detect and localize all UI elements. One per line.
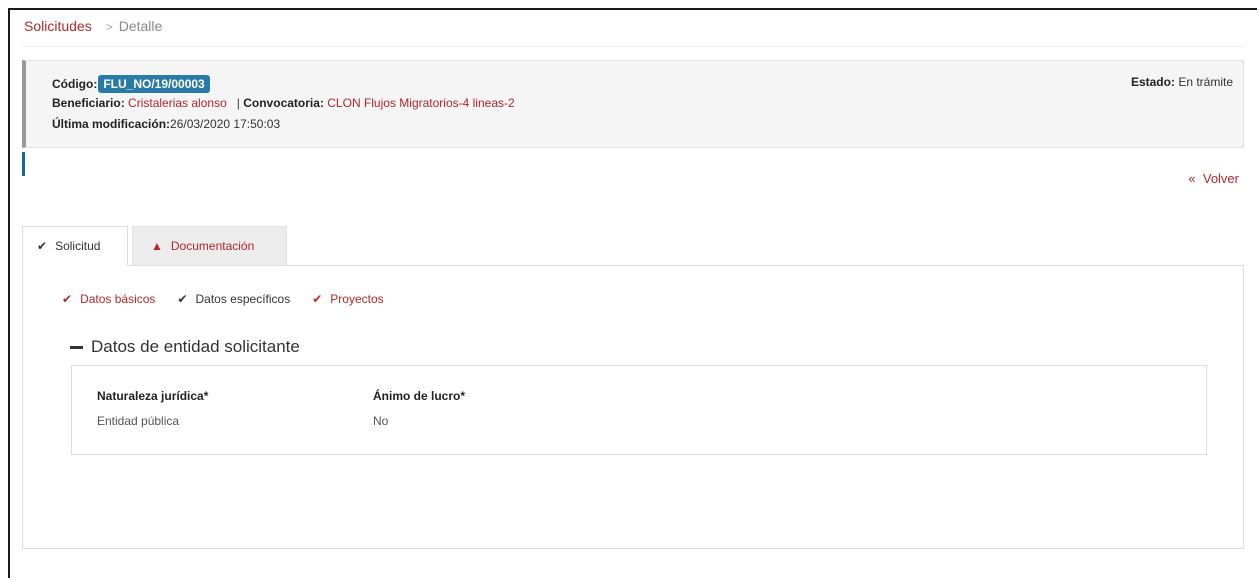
entity-fields-panel bbox=[71, 365, 1207, 455]
tab-solicitud[interactable]: ✔ Solicitud bbox=[22, 226, 128, 266]
tab-documentacion[interactable]: ▲ Documentación bbox=[132, 226, 287, 266]
back-button[interactable]: « Volver bbox=[1188, 171, 1239, 186]
section-subnav: ✔ Datos básicos ✔ Datos específicos ✔ Pr… bbox=[62, 292, 406, 306]
minus-icon bbox=[70, 345, 83, 349]
subnav-datos-basicos-label: Datos básicos bbox=[80, 292, 156, 306]
status-indicator: Estado: En trámite bbox=[1131, 75, 1233, 89]
check-icon: ✔ bbox=[312, 292, 323, 306]
code-label: Código: bbox=[52, 77, 98, 91]
code-line: Código: FLU_NO/19/00003 bbox=[52, 75, 210, 93]
breadcrumb-link-solicitudes[interactable]: Solicitudes bbox=[24, 18, 92, 34]
field-label-naturaleza: Naturaleza jurídica* bbox=[97, 389, 209, 403]
field-value-animo-lucro: No bbox=[373, 414, 389, 428]
tab-documentacion-label: Documentación bbox=[170, 239, 255, 253]
field-value-naturaleza: Entidad pública bbox=[97, 414, 180, 428]
status-value: En trámite bbox=[1178, 75, 1233, 89]
subnav-datos-especificos[interactable]: ✔ Datos específicos bbox=[177, 292, 290, 306]
subnav-datos-basicos[interactable]: ✔ Datos básicos bbox=[62, 292, 155, 306]
request-header-panel: Código: FLU_NO/19/00003 Beneficiario: Cri… bbox=[22, 60, 1244, 148]
section-collapse-toggle[interactable]: Datos de entidad solicitante bbox=[70, 337, 300, 357]
modified-value: 26/03/2020 17:50:03 bbox=[170, 117, 281, 131]
warning-icon: ▲ bbox=[151, 239, 163, 253]
accent-marker bbox=[22, 152, 25, 176]
breadcrumb-separator: > bbox=[105, 20, 113, 34]
beneficiary-link[interactable]: Cristalerias alonso bbox=[128, 96, 227, 110]
tab-solicitud-label: Solicitud bbox=[55, 239, 101, 253]
check-icon: ✔ bbox=[37, 239, 48, 253]
section-title: Datos de entidad solicitante bbox=[91, 337, 300, 356]
call-label: Convocatoria: bbox=[243, 96, 324, 110]
modified-label: Última modificación: bbox=[52, 117, 171, 131]
breadcrumb-divider bbox=[22, 46, 1244, 47]
modified-line: Última modificación:26/03/2020 17:50:03 bbox=[52, 117, 280, 131]
double-chevron-left-icon: « bbox=[1188, 171, 1196, 186]
beneficiary-label: Beneficiario: bbox=[52, 96, 125, 110]
status-label: Estado: bbox=[1130, 75, 1175, 89]
check-icon: ✔ bbox=[62, 292, 73, 306]
subnav-proyectos-label: Proyectos bbox=[330, 292, 384, 306]
check-icon: ✔ bbox=[177, 292, 188, 306]
subnav-proyectos[interactable]: ✔ Proyectos bbox=[312, 292, 383, 306]
breadcrumb-current: Detalle bbox=[118, 18, 163, 34]
subnav-datos-especificos-label: Datos específicos bbox=[195, 292, 291, 306]
beneficiary-line: Beneficiario: Cristalerias alonso | Conv… bbox=[52, 96, 515, 110]
back-button-label: Volver bbox=[1202, 171, 1239, 186]
pipe-separator: | bbox=[236, 96, 240, 110]
code-badge: FLU_NO/19/00003 bbox=[98, 75, 210, 93]
breadcrumb: Solicitudes > Detalle bbox=[24, 18, 162, 34]
call-link[interactable]: CLON Flujos Migratorios-4 lineas-2 bbox=[327, 96, 514, 110]
field-label-animo-lucro: Ánimo de lucro* bbox=[373, 389, 466, 403]
